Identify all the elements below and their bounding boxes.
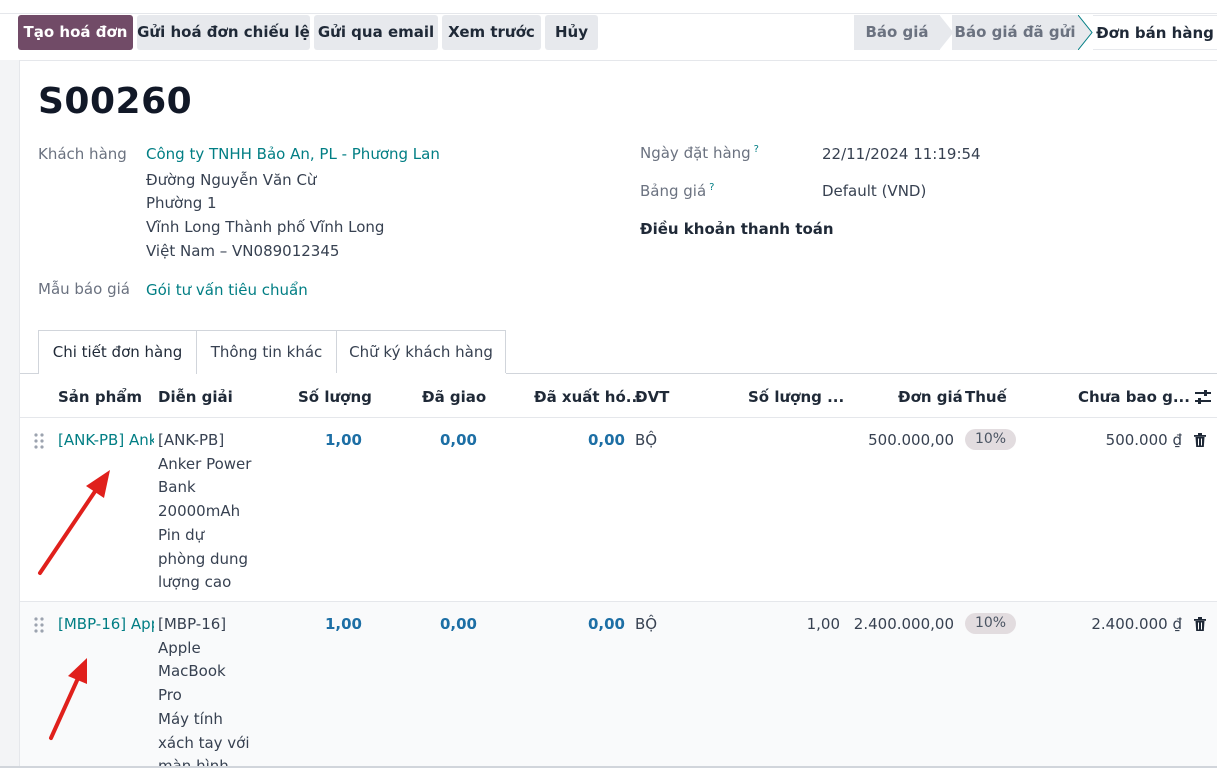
stage-arrow-icon (1078, 15, 1093, 50)
pricelist-value[interactable]: Default (VND) (822, 182, 926, 200)
uom-cell[interactable]: BỘ (635, 431, 657, 449)
description-line: MacBook (158, 662, 226, 681)
packaging-qty-cell[interactable]: 1,00 (760, 615, 840, 633)
stage-quotation-sent[interactable]: Báo giá đã gửi (952, 15, 1078, 50)
subtotal-cell: 2.400.000 ₫ (1091, 615, 1182, 633)
optional-columns-icon[interactable] (1194, 389, 1212, 405)
tax-badge[interactable]: 10% (965, 613, 1016, 634)
pricelist-label-text: Bảng giá (640, 182, 707, 200)
subtotal-cell: 500.000 ₫ (1105, 431, 1182, 449)
description-line: [ANK-PB] (158, 431, 225, 449)
product-cell[interactable]: [ANK-PB] Ank (58, 431, 154, 449)
stage-sales-order[interactable]: Đơn bán hàng (1093, 15, 1217, 50)
form-sheet: S00260 Khách hàng Công ty TNHH Bảo An, P… (19, 60, 1217, 768)
column-header-packaging-qty[interactable]: Số lượng ... (748, 388, 844, 406)
create-invoice-button[interactable]: Tạo hoá đơn (18, 15, 133, 50)
quotation-template-label: Mẫu báo giá (38, 280, 130, 298)
description-line: 20000mAh (158, 502, 241, 521)
order-date-label-text: Ngày đặt hàng (640, 144, 751, 162)
column-header-quantity[interactable]: Số lượng (298, 388, 372, 406)
description-cell[interactable]: [ANK-PB] Anker Power Bank 20000mAh Pin d… (158, 429, 258, 595)
invoiced-cell[interactable]: 0,00 (563, 431, 625, 449)
description-line: Bank (158, 478, 196, 497)
address-line: Đường Nguyễn Văn Cừ (146, 171, 317, 189)
description-cell[interactable]: [MBP-16] Apple MacBook Pro Máy tính xách… (158, 613, 258, 768)
description-line: Pro (158, 686, 182, 705)
send-email-button[interactable]: Gửi qua email (314, 15, 438, 50)
uom-cell[interactable]: BỘ (635, 615, 657, 633)
drag-handle-icon[interactable] (34, 433, 44, 449)
address-line: Việt Nam – VN089012345 (146, 242, 340, 260)
column-header-delivered[interactable]: Đã giao (422, 388, 486, 406)
quotation-template-link[interactable]: Gói tư vấn tiêu chuẩn (146, 281, 308, 299)
quantity-cell[interactable]: 1,00 (300, 615, 362, 633)
delivered-cell[interactable]: 0,00 (415, 615, 477, 633)
top-border (0, 0, 1217, 14)
help-icon[interactable]: ? (754, 144, 759, 155)
tab-divider (20, 373, 38, 374)
description-line: lượng cao (158, 573, 232, 592)
trash-icon[interactable] (1194, 433, 1206, 447)
column-header-description[interactable]: Diễn giải (158, 388, 233, 406)
tab-order-lines[interactable]: Chi tiết đơn hàng (38, 330, 197, 374)
description-line: Máy tính (158, 709, 223, 728)
stage-quotation[interactable]: Báo giá (854, 15, 940, 50)
tab-customer-signature[interactable]: Chữ ký khách hàng (336, 330, 506, 373)
column-header-taxes[interactable]: Thuế (965, 388, 1007, 406)
column-header-invoiced[interactable]: Đã xuất hó... (534, 388, 643, 406)
unit-price-cell[interactable]: 2.400.000,00 (850, 615, 954, 633)
description-line: [MBP-16] (158, 615, 227, 633)
order-date-label: Ngày đặt hàng? (640, 144, 759, 162)
help-icon[interactable]: ? (709, 182, 714, 193)
page-title: S00260 (38, 81, 193, 122)
delivered-cell[interactable]: 0,00 (415, 431, 477, 449)
description-line: Apple (158, 638, 201, 657)
customer-label: Khách hàng (38, 145, 127, 163)
product-cell[interactable]: [MBP-16] App (58, 615, 154, 633)
preview-button[interactable]: Xem trước (442, 15, 541, 50)
send-proforma-button[interactable]: Gửi hoá đơn chiếu lệ (137, 15, 310, 50)
description-line: xách tay với (158, 733, 250, 752)
description-line: Pin dự (158, 525, 205, 544)
drag-handle-icon[interactable] (34, 617, 44, 633)
tax-badge[interactable]: 10% (965, 429, 1016, 450)
cancel-button[interactable]: Hủy (545, 15, 598, 50)
description-line: phòng dung (158, 549, 249, 568)
pricelist-label: Bảng giá? (640, 182, 714, 200)
address-line: Phường 1 (146, 194, 217, 212)
payment-terms-label: Điều khoản thanh toán (640, 220, 834, 238)
order-date-value[interactable]: 22/11/2024 11:19:54 (822, 145, 981, 163)
trash-icon[interactable] (1194, 617, 1206, 631)
tab-other-info[interactable]: Thông tin khác (196, 330, 337, 373)
column-header-subtotal[interactable]: Chưa bao g... (1078, 388, 1190, 406)
tab-divider (506, 373, 1217, 374)
table-header-divider (20, 417, 1217, 418)
column-header-product[interactable]: Sản phẩm (58, 388, 142, 406)
customer-link[interactable]: Công ty TNHH Bảo An, PL - Phương Lan (146, 145, 440, 163)
column-header-uom[interactable]: ĐVT (635, 388, 669, 406)
description-line: Anker Power (158, 454, 252, 473)
quantity-cell[interactable]: 1,00 (300, 431, 362, 449)
unit-price-cell[interactable]: 500.000,00 (850, 431, 954, 449)
address-line: Vĩnh Long Thành phố Vĩnh Long (146, 218, 385, 236)
column-header-unit-price[interactable]: Đơn giá (898, 388, 963, 406)
invoiced-cell[interactable]: 0,00 (563, 615, 625, 633)
